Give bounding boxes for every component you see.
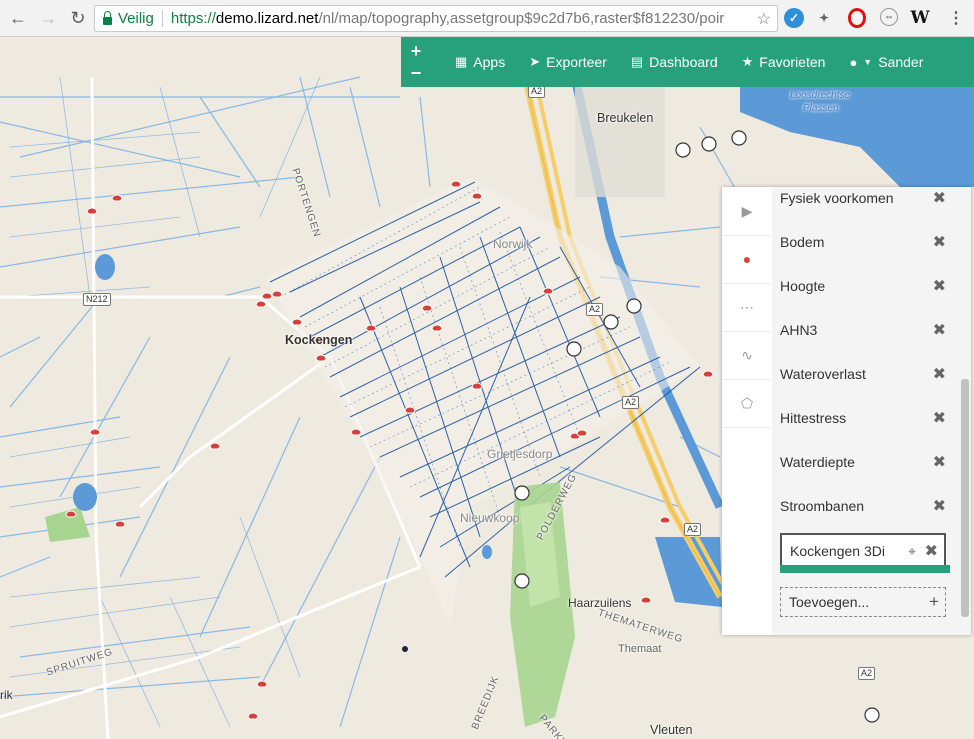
extension-circle-icon[interactable]: •• xyxy=(880,8,898,26)
markers-icon[interactable]: ⋯ xyxy=(722,283,772,332)
export-button[interactable]: ➤ Exporteer xyxy=(529,54,607,70)
star-icon: ★ xyxy=(741,54,754,69)
remove-layer-icon[interactable]: ✖ xyxy=(933,320,946,340)
dashboard-label: Dashboard xyxy=(649,54,718,70)
road-badge-a2-3: A2 xyxy=(622,396,640,409)
panel-scrollbar[interactable] xyxy=(958,187,971,635)
active-layer-color-bar xyxy=(780,565,950,573)
layer-label: AHN3 xyxy=(780,322,818,338)
extension-shield-icon[interactable]: ✓ xyxy=(784,8,804,28)
url-scheme: https:// xyxy=(170,10,216,27)
address-bar[interactable]: Veilig https://demo.lizard.net/nl/map/to… xyxy=(94,5,778,32)
apps-label: Apps xyxy=(473,54,506,70)
place-label-kockengen: Kockengen xyxy=(285,333,353,347)
plus-icon: + xyxy=(929,592,939,611)
place-label-themaat: Themaat xyxy=(618,643,662,655)
layer-panel: ▶ ● ⋯ ∿ ⬠ Fysiek voorkomen ✖ Bodem ✖ Hoo… xyxy=(722,187,971,635)
extension-w-icon[interactable]: W xyxy=(910,8,930,28)
layer-label: Bodem xyxy=(780,234,825,250)
place-label-nieuwkoop: Nieuwkoop xyxy=(460,511,520,525)
layer-item[interactable]: AHN3 ✖ xyxy=(780,314,946,346)
forward-button[interactable]: → xyxy=(34,4,62,32)
line-chart-icon[interactable]: ∿ xyxy=(722,331,772,380)
active-layer-item[interactable]: Kockengen 3Di ⌖ ✖ xyxy=(780,533,946,569)
url-path: /nl/map/topography,assetgroup$9c2d7b6,ra… xyxy=(318,10,725,27)
user-menu-button[interactable]: ● ▼ Sander xyxy=(849,54,923,70)
extension-pin-icon[interactable]: ✦ xyxy=(814,8,834,28)
crosshair-icon[interactable]: ⌖ xyxy=(908,543,916,560)
secure-label: Veilig xyxy=(118,10,154,27)
lock-icon xyxy=(103,10,112,25)
layer-item[interactable]: Hittestress ✖ xyxy=(780,402,946,434)
remove-layer-icon[interactable]: ✖ xyxy=(933,276,946,296)
remove-layer-icon[interactable]: ✖ xyxy=(933,452,946,472)
layer-label: Wateroverlast xyxy=(780,366,866,382)
road-badge-n212: N212 xyxy=(83,293,111,306)
panel-icon-column: ▶ ● ⋯ ∿ ⬠ xyxy=(722,187,773,635)
layer-item[interactable]: Hoogte ✖ xyxy=(780,270,946,302)
browser-toolbar: ← → ↻ Veilig https://demo.lizard.net/nl/… xyxy=(0,0,974,37)
export-label: Exporteer xyxy=(546,54,607,70)
zoom-control: + − xyxy=(401,37,431,87)
remove-layer-icon[interactable]: ✖ xyxy=(933,364,946,384)
layer-item[interactable]: Fysiek voorkomen ✖ xyxy=(780,182,946,214)
layer-label: Hittestress xyxy=(780,410,847,426)
back-button[interactable]: ← xyxy=(4,4,32,32)
active-layer-label: Kockengen 3Di xyxy=(790,543,885,559)
bookmark-star-icon[interactable]: ☆ xyxy=(757,9,771,29)
place-label-norwijk: Norwijk xyxy=(493,237,533,251)
caret-down-icon: ▼ xyxy=(863,57,873,67)
dashboard-button[interactable]: ▤ Dashboard xyxy=(631,54,718,70)
map-marker-icon[interactable]: ● xyxy=(722,235,772,284)
reload-button[interactable]: ↻ xyxy=(64,4,92,32)
zoom-in-button[interactable]: + xyxy=(411,40,422,62)
road-badge-a2-5: A2 xyxy=(858,667,876,680)
favorites-label: Favorieten xyxy=(759,54,826,70)
user-name-label: Sander xyxy=(878,54,924,70)
bar-chart-icon: ▤ xyxy=(630,54,644,69)
remove-layer-icon[interactable]: ✖ xyxy=(933,232,946,252)
export-icon: ➤ xyxy=(529,54,541,69)
zoom-out-button[interactable]: − xyxy=(411,62,422,84)
place-label-grietjesdorp: Grietjesdorp xyxy=(487,447,553,461)
layer-label: Fysiek voorkomen xyxy=(780,190,894,206)
polygon-icon[interactable]: ⬠ xyxy=(722,379,772,428)
remove-layer-icon[interactable]: ✖ xyxy=(933,188,946,208)
apps-button[interactable]: ▦ Apps xyxy=(455,54,505,70)
top-navbar: + − ▦ Apps ➤ Exporteer ▤ Dashboard ★ Fav… xyxy=(401,37,974,87)
add-layer-button[interactable]: Toevoegen... + xyxy=(780,587,946,617)
menu-dots-icon[interactable]: ⋮ xyxy=(946,8,966,28)
favorites-button[interactable]: ★ Favorieten xyxy=(742,54,826,70)
remove-layer-icon[interactable]: ✖ xyxy=(925,541,938,561)
water-label-loosdrechtse: Loosdrechtse xyxy=(790,90,851,101)
grid-icon: ▦ xyxy=(455,54,468,69)
layer-item[interactable]: Bodem ✖ xyxy=(780,226,946,258)
scrollbar-thumb[interactable] xyxy=(961,379,969,617)
road-badge-a2-4: A2 xyxy=(684,523,702,536)
layer-item[interactable]: Wateroverlast ✖ xyxy=(780,358,946,390)
road-badge-a2-2: A2 xyxy=(586,303,604,316)
layer-item[interactable]: Stroombanen ✖ xyxy=(780,490,946,522)
layer-list: Fysiek voorkomen ✖ Bodem ✖ Hoogte ✖ AHN3… xyxy=(772,187,958,635)
extension-opera-icon[interactable] xyxy=(848,8,866,28)
url-host: demo.lizard.net xyxy=(215,10,319,27)
play-icon[interactable]: ▶ xyxy=(722,187,772,236)
place-label-vleuten: Vleuten xyxy=(650,723,693,737)
place-label-breukelen: Breukelen xyxy=(597,111,654,125)
user-icon: ● xyxy=(849,54,858,70)
water-label-plassen: Plassen xyxy=(803,103,839,114)
layer-label: Stroombanen xyxy=(780,498,865,514)
layer-label: Hoogte xyxy=(780,278,826,294)
remove-layer-icon[interactable]: ✖ xyxy=(933,408,946,428)
layer-item[interactable]: Waterdiepte ✖ xyxy=(780,446,946,478)
place-label-rik: rik xyxy=(0,688,13,702)
layer-label: Waterdiepte xyxy=(780,454,855,470)
remove-layer-icon[interactable]: ✖ xyxy=(933,496,946,516)
add-layer-label: Toevoegen... xyxy=(789,594,870,610)
